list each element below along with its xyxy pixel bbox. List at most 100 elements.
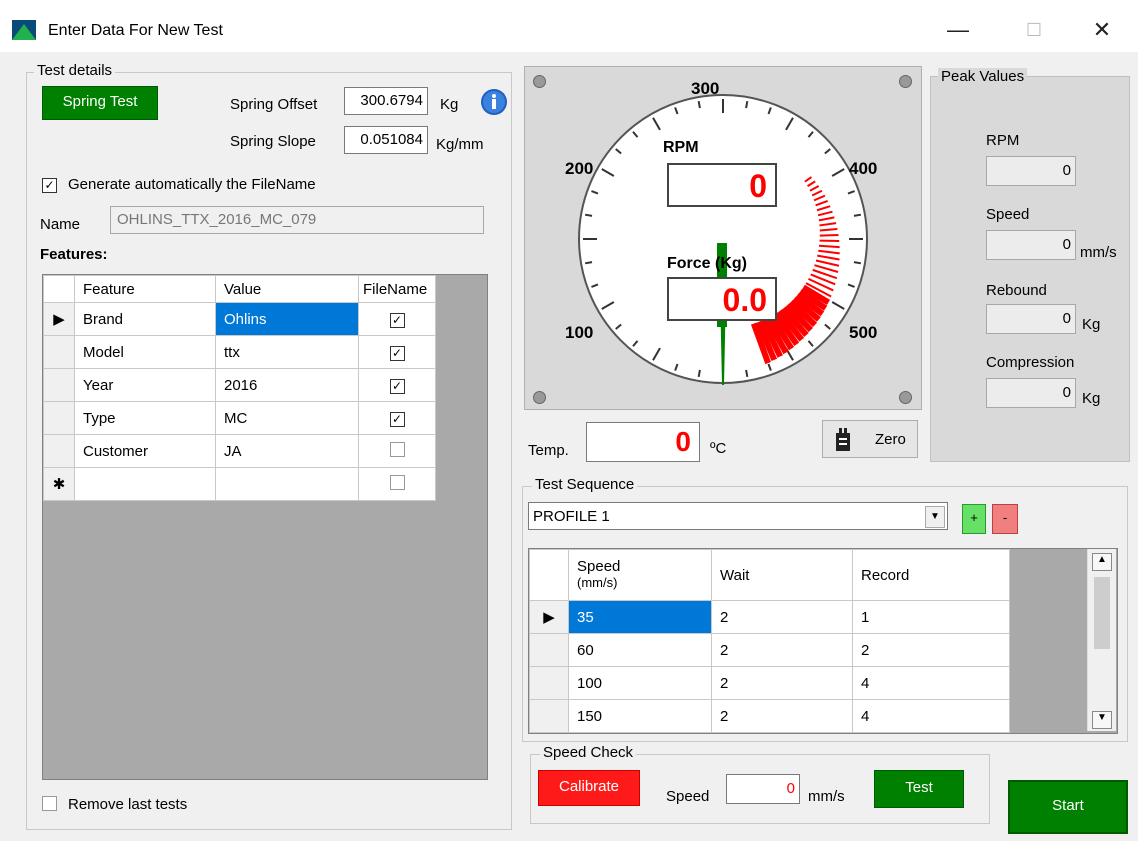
spring-slope-field[interactable]: 0.051084 [344,126,428,154]
value-cell[interactable]: JA [215,434,359,468]
feature-cell[interactable] [74,467,216,501]
remove-last-tests-checkbox[interactable] [42,796,57,811]
col-header-value[interactable]: Value [215,275,359,303]
filename-cell[interactable]: ✓ [358,368,436,402]
feature-cell[interactable]: Customer [74,434,216,468]
rpm-display: 0 [667,163,777,207]
wait-cell[interactable]: 2 [711,633,853,667]
col-header-record[interactable]: Record [852,549,1010,601]
start-button[interactable]: Start [1008,780,1128,834]
feature-cell[interactable]: Brand [74,302,216,336]
filename-checkbox[interactable] [389,474,405,490]
filename-cell[interactable] [358,434,436,468]
record-cell[interactable]: 1 [852,600,1010,634]
col-header-wait[interactable]: Wait [711,549,853,601]
filename-checkbox[interactable]: ✓ [389,345,405,361]
spring-test-button[interactable]: Spring Test [42,86,158,120]
table-row[interactable]: ▶ 35 2 1 [529,600,1010,634]
close-button[interactable]: ✕ [1080,14,1124,46]
filename-cell[interactable]: ✓ [358,302,436,336]
speed-header-unit: (mm/s) [577,575,618,590]
value-cell[interactable]: MC [215,401,359,435]
row-header [43,335,75,369]
table-row[interactable]: 150 2 4 [529,699,1010,733]
value-cell[interactable] [215,467,359,501]
sequence-table: Speed (mm/s) Wait Record ▶ 35 2 1 60 2 2 … [529,549,1010,733]
temp-label: Temp. [528,442,569,459]
speed-check-unit: mm/s [808,788,845,805]
col-header-filename[interactable]: FileName [358,275,436,303]
table-row[interactable]: Type MC ✓ [43,401,436,435]
table-row[interactable]: ▶ Brand Ohlins ✓ [43,302,436,336]
name-field[interactable]: OHLINS_TTX_2016_MC_079 [110,206,484,234]
record-cell[interactable]: 4 [852,666,1010,700]
force-label: Force (Kg) [667,255,747,272]
remove-last-tests-label: Remove last tests [68,796,188,813]
gauge-tick [697,100,701,109]
filename-cell[interactable]: ✓ [358,401,436,435]
gauge-panel: 300 200 400 100 500 RPM 0 Force (Kg) 0.0 [524,66,922,410]
filename-cell[interactable]: ✓ [358,335,436,369]
scroll-up-icon[interactable]: ▲ [1092,553,1112,571]
wait-cell[interactable]: 2 [711,666,853,700]
speed-check-label: Speed Check [540,744,637,761]
wait-cell[interactable]: 2 [711,600,853,634]
chevron-down-icon[interactable]: ▼ [925,506,945,528]
scroll-down-icon[interactable]: ▼ [1092,711,1112,729]
features-grid[interactable]: Feature Value FileName ▶ Brand Ohlins ✓ … [42,274,488,780]
feature-cell[interactable]: Type [74,401,216,435]
value-cell[interactable]: ttx [215,335,359,369]
profile-value: PROFILE 1 [533,508,610,525]
table-row[interactable]: Model ttx ✓ [43,335,436,369]
record-cell[interactable]: 2 [852,633,1010,667]
gauge-label-500: 500 [849,323,878,342]
gauge-tick [853,213,862,217]
app-icon [12,20,36,40]
col-header-speed[interactable]: Speed (mm/s) [568,549,712,601]
table-row[interactable]: Year 2016 ✓ [43,368,436,402]
filename-checkbox[interactable]: ✓ [389,378,405,394]
filename-checkbox[interactable] [389,441,405,457]
auto-filename-checkbox[interactable]: ✓ [42,178,57,193]
feature-cell[interactable]: Model [74,335,216,369]
filename-checkbox[interactable]: ✓ [389,312,405,328]
table-row[interactable]: Customer JA [43,434,436,468]
calibrate-button[interactable]: Calibrate [538,770,640,806]
row-header [529,666,569,700]
table-row[interactable]: 100 2 4 [529,666,1010,700]
wait-cell[interactable]: 2 [711,699,853,733]
add-step-button[interactable]: + [962,504,986,534]
features-table: Feature Value FileName ▶ Brand Ohlins ✓ … [43,275,436,501]
table-row[interactable]: 60 2 2 [529,633,1010,667]
record-cell[interactable]: 4 [852,699,1010,733]
speed-cell[interactable]: 150 [568,699,712,733]
feature-cell[interactable]: Year [74,368,216,402]
name-label: Name [40,216,81,233]
zero-button[interactable]: Zero [822,420,918,458]
filename-cell[interactable] [358,467,436,501]
profile-dropdown[interactable]: PROFILE 1 ▼ [528,502,948,530]
speed-cell[interactable]: 35 [568,600,712,634]
remove-step-button[interactable]: - [992,504,1018,534]
value-cell[interactable]: 2016 [215,368,359,402]
speed-check-field[interactable]: 0 [726,774,800,804]
info-icon[interactable] [480,88,508,116]
speed-cell[interactable]: 60 [568,633,712,667]
new-row[interactable]: ✱ [43,467,436,501]
minimize-button[interactable]: — [936,14,980,46]
sequence-scrollbar[interactable]: ▲ ▼ [1087,549,1116,731]
speed-test-button[interactable]: Test [874,770,964,808]
peak-compression-label: Compression [986,354,1075,371]
scroll-thumb[interactable] [1094,577,1110,649]
spring-offset-field[interactable]: 300.6794 [344,87,428,115]
speed-cell[interactable]: 100 [568,666,712,700]
filename-checkbox[interactable]: ✓ [389,411,405,427]
sequence-grid[interactable]: Speed (mm/s) Wait Record ▶ 35 2 1 60 2 2 … [528,548,1118,734]
col-header-feature[interactable]: Feature [74,275,216,303]
peak-rebound-unit: Kg [1082,316,1101,333]
speed-check-speed-label: Speed [666,788,710,805]
maximize-button[interactable]: ☐ [1012,14,1056,46]
auto-filename-label: Generate automatically the FileName [68,176,316,193]
gauge-label-300: 300 [691,79,720,98]
value-cell[interactable]: Ohlins [215,302,359,336]
